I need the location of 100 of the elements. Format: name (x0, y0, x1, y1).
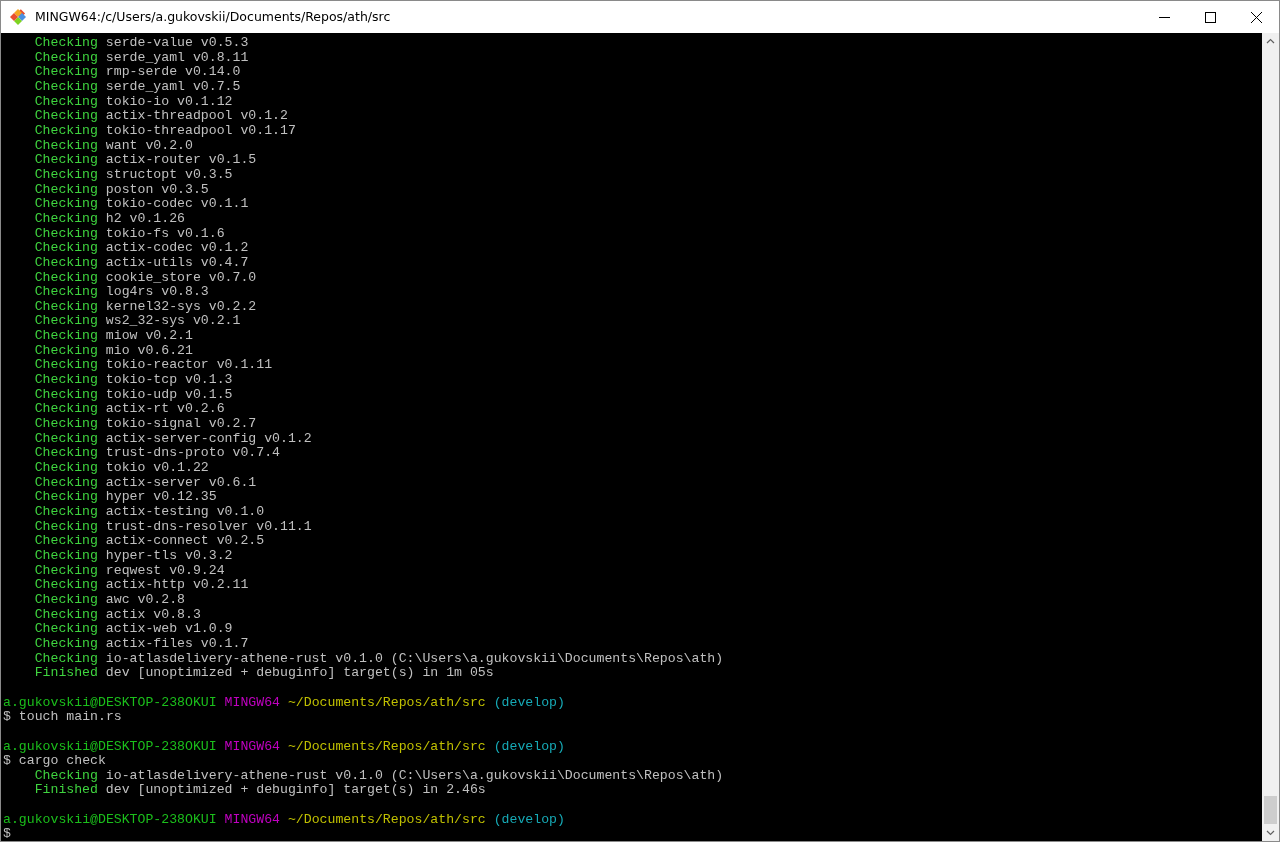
output-text: trust-dns-proto v0.7.4 (105, 445, 280, 461)
output-text: actix-http v0.2.11 (105, 577, 249, 593)
status-label: Checking (33, 270, 98, 286)
output-text: actix-files v0.1.7 (105, 635, 249, 651)
status-label: Checking (33, 299, 98, 315)
close-icon (1250, 11, 1262, 23)
output-text: ws2_32-sys v0.2.1 (105, 313, 241, 329)
output-text: actix-threadpool v0.1.2 (105, 108, 288, 124)
output-text: tokio-threadpool v0.1.17 (105, 122, 296, 138)
system-name: MINGW64 (224, 694, 280, 710)
output-text: tokio-udp v0.1.5 (105, 386, 233, 402)
output-text: kernel32-sys v0.2.2 (105, 298, 257, 314)
output-text: dev [unoptimized + debuginfo] target(s) in 1m 05s (105, 665, 494, 681)
output-text: actix-codec v0.1.2 (105, 240, 249, 256)
output-text: tokio-fs v0.1.6 (105, 225, 225, 241)
status-label: Checking (33, 622, 98, 637)
status-label: Checking (33, 387, 98, 403)
output-text: hyper v0.12.35 (105, 489, 217, 505)
output-text: poston v0.3.5 (105, 181, 209, 197)
output-text: tokio-reactor v0.1.11 (105, 357, 273, 373)
status-label: Checking (33, 226, 98, 242)
status-label: Checking (33, 123, 98, 139)
status-label: Checking (33, 241, 98, 256)
status-label: Checking (33, 490, 98, 505)
output-text: actix v0.8.3 (105, 606, 201, 622)
user-host: a.gukovskii@DESKTOP-238OKUI (3, 694, 217, 710)
user-host: a.gukovskii@DESKTOP-238OKUI (3, 811, 217, 827)
status-label: Checking (33, 109, 98, 124)
status-label: Checking (33, 358, 98, 374)
output-text: rmp-serde v0.14.0 (105, 64, 241, 80)
output-text: actix-server v0.6.1 (105, 474, 257, 490)
output-text: dev [unoptimized + debuginfo] target(s) in 2.46s (105, 782, 486, 798)
output-text: trust-dns-resolver v0.11.1 (105, 518, 312, 534)
status-label: Checking (33, 65, 98, 80)
output-text: want v0.2.0 (105, 137, 193, 153)
status-label: Checking (33, 373, 98, 388)
status-label: Checking (33, 592, 98, 608)
status-label: Checking (33, 505, 98, 520)
output-text: io-atlasdelivery-athene-rust v0.1.0 (C:\Users\a.gukovskii\Documents\Repos\ath) (105, 767, 724, 783)
output-text: tokio-io v0.1.12 (105, 93, 233, 109)
status-label: Checking (33, 431, 98, 447)
status-label: Checking (33, 36, 98, 51)
git-branch: (develop) (493, 694, 565, 710)
status-label: Checking (33, 211, 98, 227)
output-text: tokio-codec v0.1.1 (105, 196, 249, 212)
status-label: Checking (33, 475, 98, 491)
status-label: Checking (33, 79, 98, 95)
output-text: tokio-tcp v0.1.3 (105, 372, 233, 388)
command-line: $ cargo check (3, 753, 106, 769)
command-line: $ (3, 826, 11, 841)
output-text: actix-rt v0.2.6 (105, 401, 225, 417)
status-label: Checking (33, 548, 98, 564)
scrollbar-thumb[interactable] (1264, 796, 1277, 824)
output-text: reqwest v0.9.24 (105, 562, 225, 578)
output-text: tokio-signal v0.2.7 (105, 416, 257, 432)
status-label: Checking (33, 519, 98, 535)
status-label: Checking (33, 607, 98, 623)
output-text: serde-value v0.5.3 (105, 35, 249, 50)
status-label: Finished (33, 666, 98, 681)
output-text: actix-server-config v0.1.2 (105, 430, 312, 446)
command-line: $ touch main.rs (3, 709, 122, 725)
output-text: hyper-tls v0.3.2 (105, 547, 233, 563)
status-label: Checking (33, 314, 98, 330)
status-label: Checking (33, 651, 98, 667)
output-text: h2 v0.1.26 (105, 210, 185, 226)
status-label: Checking (33, 255, 98, 271)
output-text: serde_yaml v0.8.11 (105, 49, 249, 65)
scrollbar[interactable] (1262, 33, 1279, 841)
status-label: Checking (33, 636, 98, 652)
status-label: Checking (33, 138, 98, 154)
status-label: Checking (33, 50, 98, 66)
status-label: Finished (33, 783, 98, 799)
output-text: structopt v0.3.5 (105, 166, 233, 182)
system-name: MINGW64 (224, 811, 280, 827)
user-host: a.gukovskii@DESKTOP-238OKUI (3, 738, 217, 754)
status-label: Checking (33, 563, 98, 579)
status-label: Checking (33, 534, 98, 549)
status-label: Checking (33, 197, 98, 212)
status-label: Checking (33, 461, 98, 476)
output-text: tokio v0.1.22 (105, 460, 209, 476)
status-label: Checking (33, 182, 98, 198)
output-text: actix-testing v0.1.0 (105, 504, 265, 519)
output-text: actix-web v1.0.9 (105, 621, 233, 637)
output-text: actix-utils v0.4.7 (105, 254, 249, 270)
status-label: Checking (33, 343, 98, 359)
output-text: miow v0.2.1 (105, 328, 193, 344)
output-text: io-atlasdelivery-athene-rust v0.1.0 (C:\Users\a.gukovskii\Documents\Repos\ath) (105, 650, 724, 666)
output-text: actix-router v0.1.5 (105, 152, 257, 168)
status-label: Checking (33, 446, 98, 462)
status-label: Checking (33, 417, 98, 432)
working-path: ~/Documents/Repos/ath/src (287, 811, 486, 827)
window-title: MINGW64:/c/Users/a.gukovskii/Documents/Repos/ath/src (35, 7, 391, 26)
working-path: ~/Documents/Repos/ath/src (287, 694, 486, 710)
status-label: Checking (33, 94, 98, 110)
app-icon (9, 8, 27, 26)
status-label: Checking (33, 329, 98, 344)
status-label: Checking (33, 768, 98, 784)
output-text: log4rs v0.8.3 (105, 284, 209, 300)
status-label: Checking (33, 578, 98, 593)
output-text: serde_yaml v0.7.5 (105, 78, 241, 94)
